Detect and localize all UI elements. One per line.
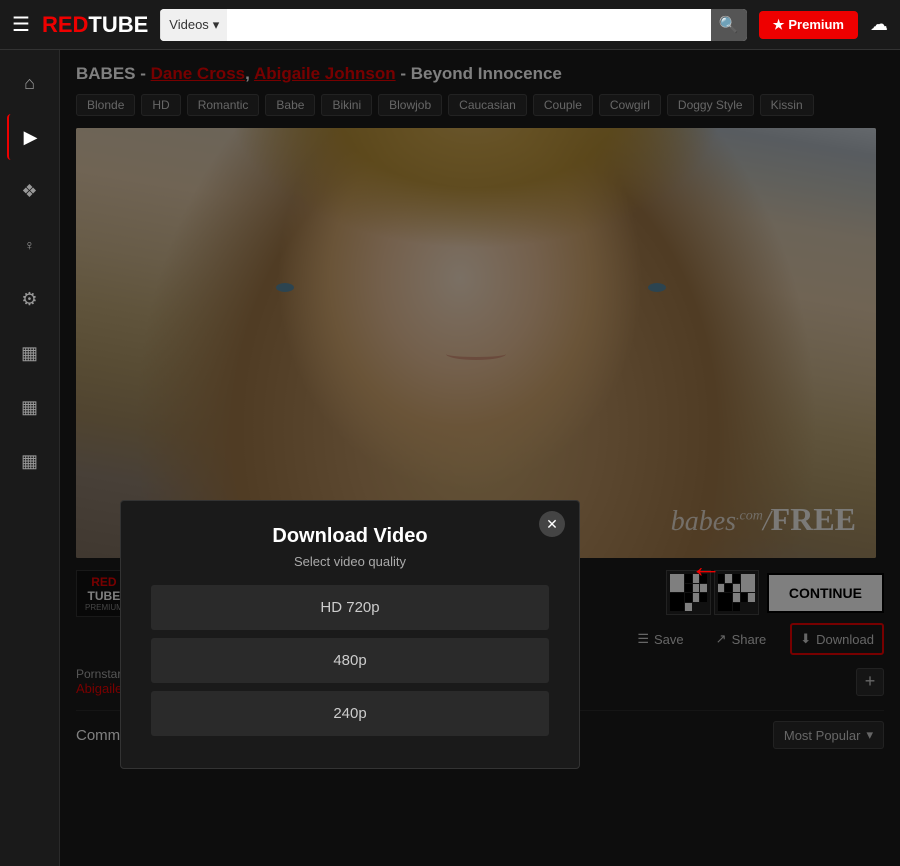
tag-hd[interactable]: HD (141, 94, 180, 116)
close-icon: ✕ (546, 516, 558, 533)
top-navigation: ☰ REDTUBE Videos ▾ 🔍 ★ Premium ☁ (0, 0, 900, 50)
tag-kissing[interactable]: Kissin (760, 94, 814, 116)
tag-blonde[interactable]: Blonde (76, 94, 135, 116)
qr-code-area (666, 570, 759, 615)
comments-sort-label: Most Popular (784, 728, 861, 743)
qr-continue-area: CONTINUE (666, 570, 884, 615)
share-button[interactable]: ↗ Share (708, 625, 775, 653)
video-title: BABES - Dane Cross, Abigaile Johnson - B… (76, 64, 884, 84)
search-type-label: Videos (169, 17, 209, 32)
download-label: Download (816, 632, 874, 647)
gear-icon: ⚙ (21, 289, 37, 310)
site-logo[interactable]: REDTUBE (42, 12, 148, 38)
tag-blowjob[interactable]: Blowjob (378, 94, 442, 116)
quality-240p-button[interactable]: 240p (151, 691, 549, 736)
premium-label: Premium (788, 17, 844, 32)
sidebar-item-settings[interactable]: ⚙ (7, 276, 53, 322)
tag-babe[interactable]: Babe (265, 94, 315, 116)
tag-bikini[interactable]: Bikini (321, 94, 372, 116)
channel-logo-white: TUBE (88, 589, 121, 603)
channels-icon: ▦ (21, 343, 38, 364)
star-icon: ★ (773, 17, 785, 33)
logo-white-text: TUBE (88, 12, 148, 38)
sidebar-item-categories[interactable]: ❖ (7, 168, 53, 214)
premium-button[interactable]: ★ Premium (759, 11, 858, 39)
download-modal: ✕ Download Video Select video quality HD… (120, 500, 580, 769)
sidebar-item-more[interactable]: ▦ (7, 438, 53, 484)
channel-logo-red: RED (91, 575, 116, 589)
modal-subtitle: Select video quality (151, 554, 549, 569)
chevron-down-icon: ▾ (866, 727, 873, 743)
free-text: FREE (771, 501, 856, 537)
save-button[interactable]: ☰ Save (629, 625, 691, 653)
home-icon: ⌂ (24, 73, 35, 94)
modal-title: Download Video (151, 525, 549, 548)
tag-caucasian[interactable]: Caucasian (448, 94, 527, 116)
download-button[interactable]: ⬇ Download (790, 623, 884, 655)
video-title-link1[interactable]: Dane Cross (151, 64, 245, 83)
tag-couple[interactable]: Couple (533, 94, 593, 116)
hamburger-icon[interactable]: ☰ (12, 12, 30, 37)
main-layout: ⌂ ▶ ❖ ♀ ⚙ ▦ ▦ ▦ BABES - Dane Cross, Abig… (0, 50, 900, 866)
search-type-dropdown[interactable]: Videos ▾ (160, 9, 227, 41)
search-icon: 🔍 (719, 15, 739, 35)
tag-doggystyle[interactable]: Doggy Style (667, 94, 754, 116)
modal-close-button[interactable]: ✕ (539, 511, 565, 537)
sidebar: ⌂ ▶ ❖ ♀ ⚙ ▦ ▦ ▦ (0, 50, 60, 866)
sidebar-item-playlists[interactable]: ▦ (7, 384, 53, 430)
video-thumbnail: babes.com/FREE (76, 128, 876, 558)
search-submit-button[interactable]: 🔍 (711, 9, 747, 41)
video-tags: Blonde HD Romantic Babe Bikini Blowjob C… (76, 94, 884, 116)
tag-romantic[interactable]: Romantic (187, 94, 260, 116)
video-icon: ▶ (24, 127, 38, 148)
pornstars-icon: ♀ (24, 237, 35, 253)
playlists-icon: ▦ (21, 397, 38, 418)
save-label: Save (654, 632, 684, 647)
save-icon: ☰ (637, 631, 649, 647)
search-bar: Videos ▾ 🔍 (160, 9, 746, 41)
sidebar-item-videos[interactable]: ▶ (7, 114, 53, 160)
video-title-prefix: BABES - (76, 64, 151, 83)
share-label: Share (732, 632, 767, 647)
video-title-suffix: - Beyond Innocence (396, 64, 562, 83)
channel-logo-premium: PREMIUM (85, 603, 123, 612)
slash-text: / (763, 506, 771, 537)
logo-red-text: RED (42, 12, 88, 38)
content-area: BABES - Dane Cross, Abigaile Johnson - B… (60, 50, 900, 866)
add-pornstar-button[interactable]: + (856, 668, 884, 696)
more-icon: ▦ (21, 451, 38, 472)
babes-watermark: babes.com/FREE (671, 501, 856, 538)
video-title-link2[interactable]: Abigaile Johnson (254, 64, 396, 83)
comments-sort-dropdown[interactable]: Most Popular ▾ (773, 721, 884, 749)
video-title-sep: , (245, 64, 254, 83)
search-input[interactable] (227, 9, 710, 41)
download-icon: ⬇ (800, 631, 811, 647)
sidebar-item-home[interactable]: ⌂ (7, 60, 53, 106)
dropdown-arrow-icon: ▾ (213, 17, 220, 33)
sidebar-item-channels[interactable]: ▦ (7, 330, 53, 376)
tag-cowgirl[interactable]: Cowgirl (599, 94, 661, 116)
video-actions: ☰ Save ↗ Share ⬇ Download (629, 623, 884, 655)
categories-icon: ❖ (21, 181, 37, 202)
babes-text: babes.com (671, 506, 763, 537)
share-icon: ↗ (716, 631, 727, 647)
video-player[interactable]: babes.com/FREE (76, 128, 876, 558)
continue-button[interactable]: CONTINUE (767, 573, 884, 613)
quality-hd720p-button[interactable]: HD 720p (151, 585, 549, 630)
sidebar-item-pornstars[interactable]: ♀ (7, 222, 53, 268)
quality-480p-button[interactable]: 480p (151, 638, 549, 683)
upload-icon[interactable]: ☁ (870, 14, 888, 35)
